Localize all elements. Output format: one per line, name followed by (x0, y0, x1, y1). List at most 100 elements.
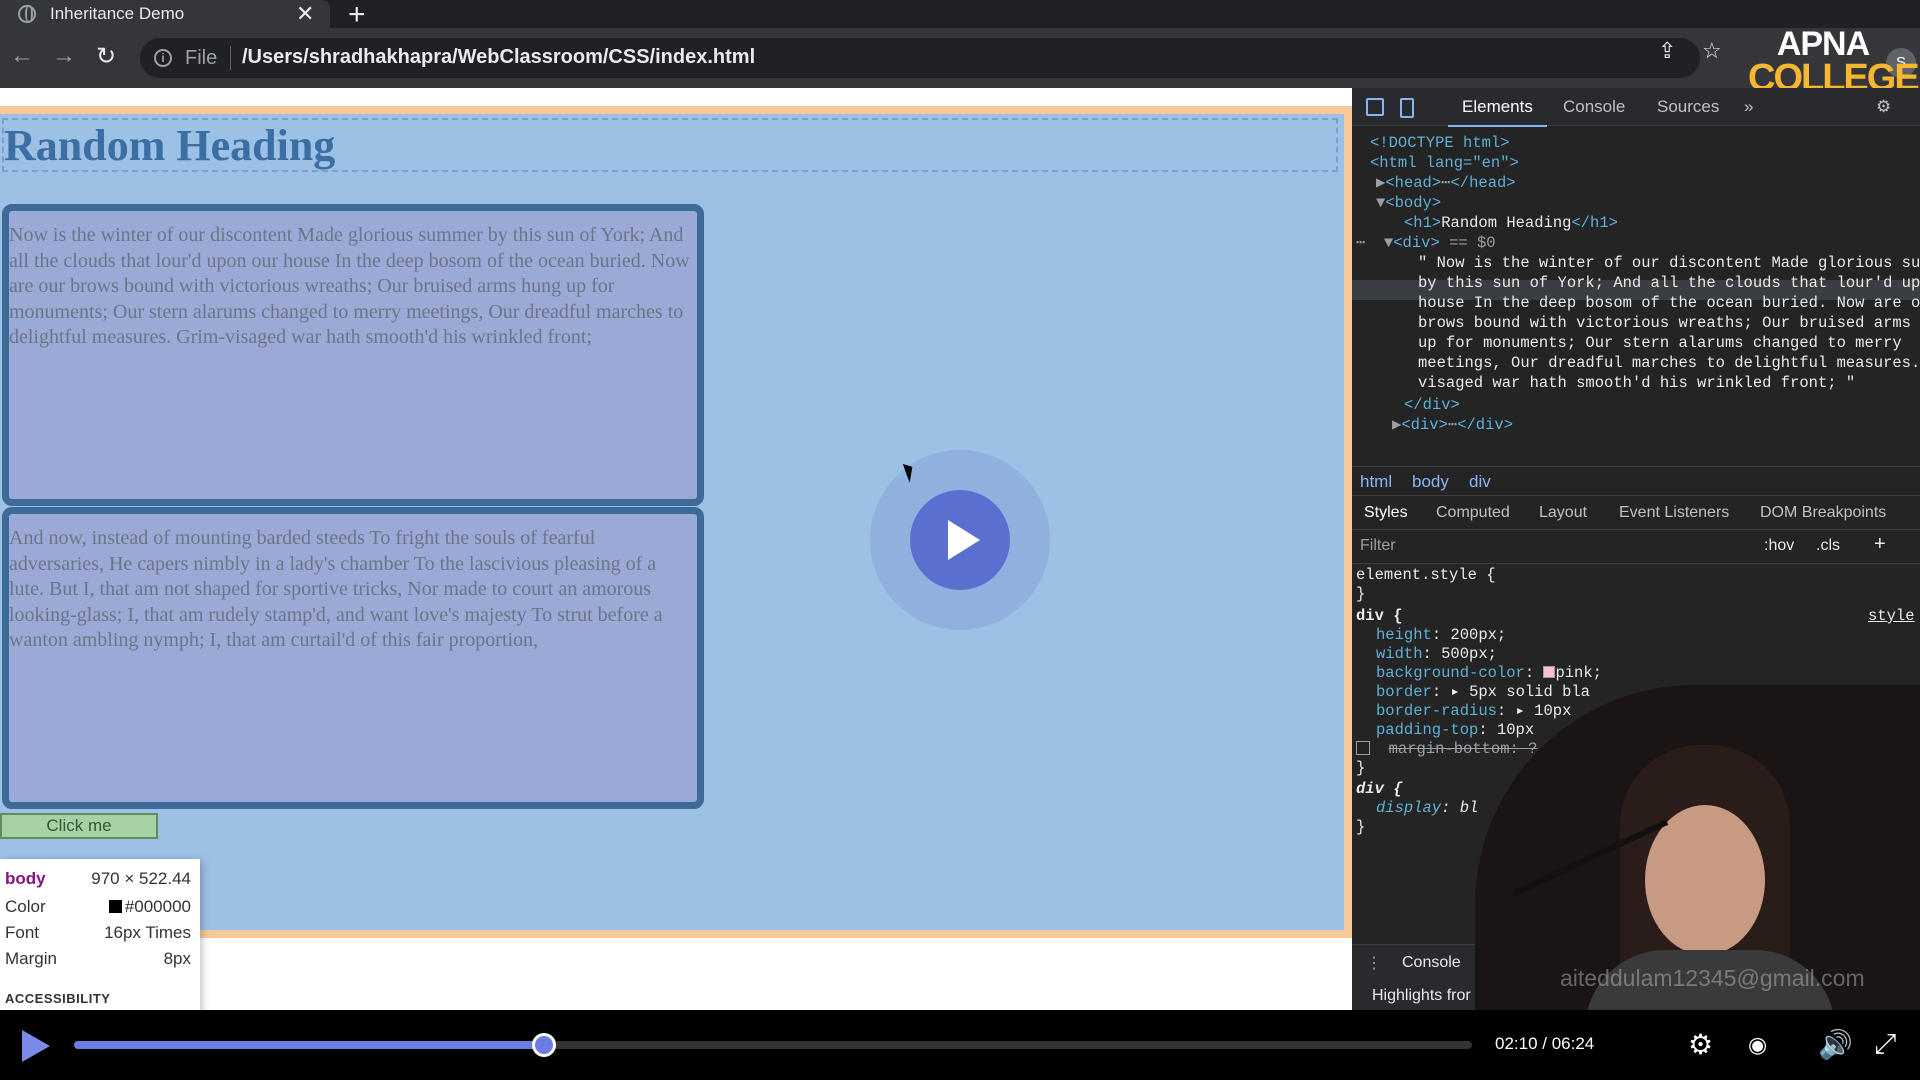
css-prop-border-radius[interactable]: border-radius: ▸ 10px (1376, 702, 1571, 722)
tooltip-margin-value: 8px (163, 949, 191, 968)
pink-swatch-icon (1543, 666, 1556, 678)
hov-toggle[interactable]: :hov (1764, 537, 1794, 555)
dom-html[interactable]: <html lang="en"> (1370, 153, 1519, 174)
tab-sources[interactable]: Sources (1657, 97, 1719, 117)
rule-close: } (1356, 585, 1366, 603)
url-scheme-label: File (185, 47, 218, 69)
css-prop-width[interactable]: width: 500px; (1376, 645, 1497, 665)
inspect-tooltip: body 970 × 522.44 Color #000000 Font 16p… (0, 859, 200, 1019)
reload-icon[interactable]: ↻ (96, 42, 116, 71)
css-prop-border[interactable]: border: ▸ 5px solid bla (1376, 683, 1590, 703)
divider (230, 46, 231, 70)
more-tabs-icon[interactable]: » (1744, 97, 1753, 117)
settings-gear-icon[interactable]: ⚙ (1876, 97, 1891, 117)
progress-knob[interactable] (531, 1033, 556, 1057)
dom-doctype[interactable]: <!DOCTYPE html> (1370, 133, 1510, 154)
drawer-highlights-text: Highlights fror (1372, 987, 1471, 1004)
css-prop-margin-bottom[interactable]: margin-bottom: ? (1356, 740, 1537, 760)
share-icon[interactable]: ⇪ (1658, 38, 1676, 64)
breadcrumb-html[interactable]: html (1360, 472, 1392, 492)
back-icon[interactable]: ← (10, 42, 34, 70)
dom-text-line: by this sun of York; And all the clouds … (1418, 274, 1920, 292)
tab-elements[interactable]: Elements (1448, 97, 1547, 127)
progress-track[interactable] (74, 1033, 1472, 1057)
styles-filter-bar: Filter :hov .cls + (1352, 530, 1920, 564)
tooltip-tag: body (5, 869, 46, 888)
css-prop-background-color[interactable]: background-color: pink; (1376, 664, 1602, 684)
browser-tab-bar: Inheritance Demo ✕ + (0, 0, 1920, 31)
address-bar[interactable]: i File /Users/shradhakhapra/WebClassroom… (140, 38, 1700, 78)
browser-toolbar: ← → ↻ i File /Users/shradhakhapra/WebCla… (0, 28, 1920, 88)
dom-text-line: brows bound with victorious wreaths; Our… (1418, 314, 1920, 332)
dom-head[interactable]: ▶<head>⋯</head> (1376, 173, 1516, 194)
tooltip-color-label: Color (5, 897, 46, 916)
tooltip-font-label: Font (5, 923, 40, 942)
rule-close: } (1356, 818, 1366, 836)
tab-dom-breakpoints[interactable]: DOM Breakpoints (1760, 504, 1886, 522)
element-style-rule[interactable]: element.style { (1356, 566, 1496, 586)
click-me-button[interactable]: Click me (0, 813, 158, 839)
cls-toggle[interactable]: .cls (1816, 537, 1840, 555)
dom-div-2[interactable]: ▶<div>⋯</div> (1392, 415, 1513, 436)
color-swatch (108, 900, 122, 913)
email-watermark: aiteddulam12345@gmail.com (1560, 965, 1865, 991)
progress-fill (74, 1041, 544, 1049)
tab-computed[interactable]: Computed (1436, 504, 1510, 522)
speed-toggle-icon[interactable]: ◉ (1748, 1032, 1767, 1058)
div-1-text: Now is the winter of our discontent Made… (9, 224, 690, 348)
dom-text-line: house In the deep bosom of the ocean bur… (1418, 294, 1920, 312)
tab-title: Inheritance Demo (50, 4, 185, 23)
globe-icon (18, 5, 36, 23)
dom-selected-div[interactable]: ⋯ ▼<div> == $0 (1356, 233, 1496, 254)
styles-filter-input[interactable]: Filter (1360, 537, 1396, 555)
tooltip-size: 970 × 522.44 (91, 869, 191, 888)
rule-close: } (1356, 759, 1366, 777)
div-rule-selector[interactable]: div { (1356, 607, 1403, 627)
close-tab-icon[interactable]: ✕ (296, 1, 314, 27)
dom-h1[interactable]: <h1>Random Heading</h1> (1404, 213, 1618, 234)
forward-icon[interactable]: → (52, 42, 76, 70)
styles-tab-bar: Styles Computed Layout Event Listeners D… (1352, 496, 1920, 530)
add-rule-icon[interactable]: + (1874, 533, 1886, 556)
ua-div-rule-selector[interactable]: div { (1356, 780, 1403, 800)
dom-text-line: up for monuments; Our stern alarums chan… (1418, 334, 1902, 352)
dom-text-line: " Now is the winter of our discontent Ma… (1418, 254, 1920, 272)
tab-event-listeners[interactable]: Event Listeners (1619, 504, 1729, 522)
devtools-tab-bar: Elements Console Sources » ⚙ (1352, 88, 1920, 127)
content-div-1: Now is the winter of our discontent Made… (2, 204, 704, 506)
div-2-text: And now, instead of mounting barded stee… (9, 527, 663, 651)
video-time: 02:10 / 06:24 (1495, 1034, 1595, 1053)
url-text[interactable]: /Users/shradhakhapra/WebClassroom/CSS/in… (242, 46, 755, 69)
dom-text-line: meetings, Our dreadful marches to deligh… (1418, 354, 1920, 372)
breadcrumb-div[interactable]: div (1469, 472, 1491, 492)
fullscreen-icon[interactable]: ⤢ (1874, 1028, 1896, 1061)
tooltip-color-value: #000000 (124, 897, 191, 916)
css-prop-height[interactable]: height: 200px; (1376, 626, 1506, 646)
drawer-console-tab[interactable]: Console (1402, 954, 1461, 972)
dom-tree: <!DOCTYPE html> <html lang="en"> ▶<head>… (1352, 126, 1920, 466)
drawer-menu-icon[interactable]: ⋮ (1366, 953, 1382, 973)
inspect-element-icon[interactable] (1366, 98, 1384, 116)
tooltip-margin-label: Margin (5, 949, 57, 968)
volume-icon[interactable]: 🔊 (1818, 1028, 1853, 1061)
dom-text-line: visaged war hath smooth'd his wrinkled f… (1418, 374, 1856, 392)
css-prop-padding-top[interactable]: padding-top: 10px (1376, 721, 1534, 741)
ua-prop-display: display: bl (1376, 799, 1479, 817)
style-source-link[interactable]: style (1868, 607, 1915, 627)
play-button-icon[interactable] (22, 1030, 50, 1062)
page-heading: Random Heading (4, 121, 336, 170)
tab-styles[interactable]: Styles (1364, 504, 1408, 522)
device-toggle-icon[interactable] (1400, 98, 1414, 118)
info-icon[interactable]: i (154, 49, 172, 67)
dom-body[interactable]: ▼<body> (1376, 193, 1441, 214)
tab-console[interactable]: Console (1563, 97, 1625, 117)
bookmark-star-icon[interactable]: ☆ (1702, 38, 1722, 64)
content-div-2: And now, instead of mounting barded stee… (2, 507, 704, 809)
breadcrumb-body[interactable]: body (1412, 472, 1449, 492)
video-play-overlay[interactable] (870, 450, 1050, 630)
settings-gear-icon[interactable]: ⚙ (1688, 1028, 1713, 1061)
tab-layout[interactable]: Layout (1539, 504, 1587, 522)
dom-div-close[interactable]: </div> (1404, 395, 1460, 416)
browser-tab[interactable]: Inheritance Demo ✕ (0, 0, 330, 28)
play-icon[interactable] (910, 490, 1010, 590)
